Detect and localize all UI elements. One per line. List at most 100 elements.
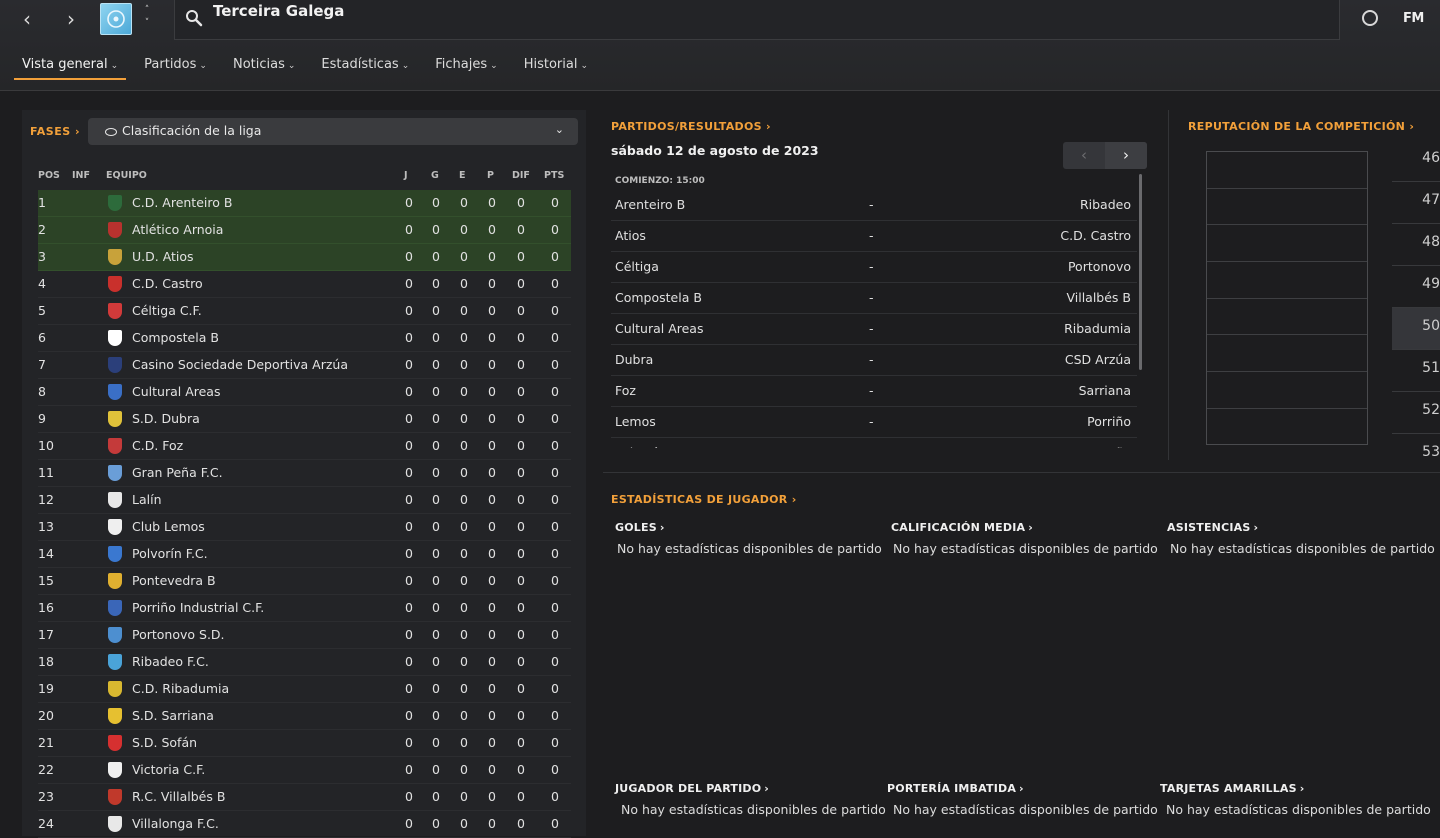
home-team[interactable]: Foz [615, 376, 636, 405]
club-crest-icon[interactable] [108, 357, 122, 373]
club-crest-icon[interactable] [108, 276, 122, 292]
club-crest-icon[interactable] [108, 600, 122, 616]
table-row[interactable]: 10 C.D. Foz 0 0 0 0 0 0 [38, 433, 571, 460]
reputation-section-link[interactable]: REPUTACIÓN DE LA COMPETICIÓN › [1188, 120, 1414, 133]
tab-historial[interactable]: Historial ⌄ [516, 56, 596, 80]
table-row[interactable]: 3 U.D. Atios 0 0 0 0 0 0 [38, 244, 571, 271]
table-row[interactable]: 12 Lalín 0 0 0 0 0 0 [38, 487, 571, 514]
club-crest-icon[interactable] [108, 438, 122, 454]
club-crest-icon[interactable] [108, 546, 122, 562]
away-team[interactable]: Porriño [1087, 407, 1131, 436]
club-crest-icon[interactable] [108, 627, 122, 643]
table-row[interactable]: 5 Céltiga C.F. 0 0 0 0 0 0 [38, 298, 571, 325]
team-name-link[interactable]: Pontevedra B [132, 568, 216, 593]
chevron-down-icon[interactable]: ˅ [140, 17, 154, 30]
fm-logo[interactable]: FM [1403, 11, 1424, 26]
team-name-link[interactable]: Lalín [132, 487, 162, 512]
club-crest-icon[interactable] [108, 492, 122, 508]
back-button[interactable]: ‹ [16, 8, 38, 30]
team-name-link[interactable]: U.D. Atios [132, 244, 194, 269]
header-pos[interactable]: POS [38, 170, 60, 181]
matches-section-link[interactable]: PARTIDOS/RESULTADOS › [611, 120, 771, 133]
fixture-row[interactable]: Arenteiro B - Ribadeo [611, 190, 1137, 221]
table-row[interactable]: 19 C.D. Ribadumia 0 0 0 0 0 0 [38, 676, 571, 703]
away-team[interactable]: Gran Peña [1066, 438, 1131, 448]
table-row[interactable]: 14 Polvorín F.C. 0 0 0 0 0 0 [38, 541, 571, 568]
globe-icon[interactable] [1362, 10, 1378, 26]
club-crest-icon[interactable] [108, 816, 122, 832]
stat-average-rating-link[interactable]: CALIFICACIÓN MEDIA › [891, 521, 1033, 534]
table-row[interactable]: 2 Atlético Arnoia 0 0 0 0 0 0 [38, 217, 571, 244]
table-row[interactable]: 24 Villalonga F.C. 0 0 0 0 0 0 [38, 811, 571, 838]
competition-switcher[interactable]: ˄ ˅ [140, 4, 154, 30]
search-bar[interactable]: Terceira Galega [174, 0, 1340, 40]
table-row[interactable]: 16 Porriño Industrial C.F. 0 0 0 0 0 0 [38, 595, 571, 622]
club-crest-icon[interactable] [108, 573, 122, 589]
fixture-row[interactable]: Foz - Sarriana [611, 376, 1137, 407]
team-name-link[interactable]: C.D. Ribadumia [132, 676, 229, 701]
team-name-link[interactable]: C.D. Arenteiro B [132, 190, 232, 215]
team-name-link[interactable]: Ribadeo F.C. [132, 649, 209, 674]
home-team[interactable]: Dubra [615, 345, 653, 374]
fixture-row[interactable]: Lemos - Porriño [611, 407, 1137, 438]
team-name-link[interactable]: Céltiga C.F. [132, 298, 202, 323]
header-pts[interactable]: PTS [544, 170, 564, 181]
away-team[interactable]: Villalbés B [1066, 283, 1131, 312]
team-name-link[interactable]: Gran Peña F.C. [132, 460, 223, 485]
tab-partidos[interactable]: Partidos ⌄ [136, 56, 215, 80]
team-name-link[interactable]: R.C. Villalbés B [132, 784, 225, 809]
fixture-scrollbar[interactable] [1139, 174, 1142, 370]
away-team[interactable]: C.D. Castro [1060, 221, 1131, 250]
club-crest-icon[interactable] [108, 303, 122, 319]
table-row[interactable]: 15 Pontevedra B 0 0 0 0 0 0 [38, 568, 571, 595]
fixture-row[interactable]: Céltiga - Portonovo [611, 252, 1137, 283]
stat-goals-link[interactable]: GOLES › [615, 521, 665, 534]
team-name-link[interactable]: Porriño Industrial C.F. [132, 595, 264, 620]
header-team[interactable]: EQUIPO [106, 170, 147, 181]
club-crest-icon[interactable] [108, 735, 122, 751]
header-dif[interactable]: DIF [512, 170, 530, 181]
table-row[interactable]: 9 S.D. Dubra 0 0 0 0 0 0 [38, 406, 571, 433]
player-stats-section-link[interactable]: ESTADÍSTICAS DE JUGADOR › [611, 493, 797, 506]
club-crest-icon[interactable] [108, 519, 122, 535]
table-row[interactable]: 1 C.D. Arenteiro B 0 0 0 0 0 0 [38, 190, 571, 217]
team-name-link[interactable]: Casino Sociedade Deportiva Arzúa [132, 352, 348, 377]
home-team[interactable]: Compostela B [615, 283, 702, 312]
header-e[interactable]: E [459, 170, 466, 181]
header-j[interactable]: J [404, 170, 408, 181]
table-row[interactable]: 8 Cultural Areas 0 0 0 0 0 0 [38, 379, 571, 406]
tab-noticias[interactable]: Noticias ⌄ [225, 56, 303, 80]
club-crest-icon[interactable] [108, 249, 122, 265]
club-crest-icon[interactable] [108, 762, 122, 778]
table-row[interactable]: 7 Casino Sociedade Deportiva Arzúa 0 0 0 0 0 0 [38, 352, 571, 379]
club-crest-icon[interactable] [108, 411, 122, 427]
team-name-link[interactable]: Polvorín F.C. [132, 541, 208, 566]
stat-yellow-cards-link[interactable]: TARJETAS AMARILLAS › [1160, 782, 1304, 795]
team-name-link[interactable]: Villalonga F.C. [132, 811, 219, 836]
team-name-link[interactable]: Cultural Areas [132, 379, 220, 404]
fixture-row[interactable]: Atios - C.D. Castro [611, 221, 1137, 252]
club-crest-icon[interactable] [108, 654, 122, 670]
competition-logo-icon[interactable] [100, 3, 132, 35]
club-crest-icon[interactable] [108, 222, 122, 238]
tab-fichajes[interactable]: Fichajes ⌄ [427, 56, 505, 80]
header-inf[interactable]: INF [72, 170, 90, 181]
stat-player-of-match-link[interactable]: JUGADOR DEL PARTIDO › [615, 782, 769, 795]
table-row[interactable]: 21 S.D. Sofán 0 0 0 0 0 0 [38, 730, 571, 757]
table-row[interactable]: 20 S.D. Sarriana 0 0 0 0 0 0 [38, 703, 571, 730]
fases-link[interactable]: FASES › [30, 125, 80, 138]
previous-date-button[interactable]: ‹ [1063, 142, 1105, 169]
team-name-link[interactable]: Club Lemos [132, 514, 205, 539]
table-row[interactable]: 18 Ribadeo F.C. 0 0 0 0 0 0 [38, 649, 571, 676]
stat-clean-sheets-link[interactable]: PORTERÍA IMBATIDA › [887, 782, 1024, 795]
home-team[interactable]: Lemos [615, 407, 656, 436]
club-crest-icon[interactable] [108, 789, 122, 805]
away-team[interactable]: Portonovo [1068, 252, 1131, 281]
search-icon[interactable] [185, 9, 203, 31]
header-g[interactable]: G [431, 170, 439, 181]
team-name-link[interactable]: Victoria C.F. [132, 757, 205, 782]
home-team[interactable]: Cultural Areas [615, 314, 703, 343]
team-name-link[interactable]: Atlético Arnoia [132, 217, 223, 242]
away-team[interactable]: CSD Arzúa [1065, 345, 1131, 374]
team-name-link[interactable]: S.D. Dubra [132, 406, 200, 431]
